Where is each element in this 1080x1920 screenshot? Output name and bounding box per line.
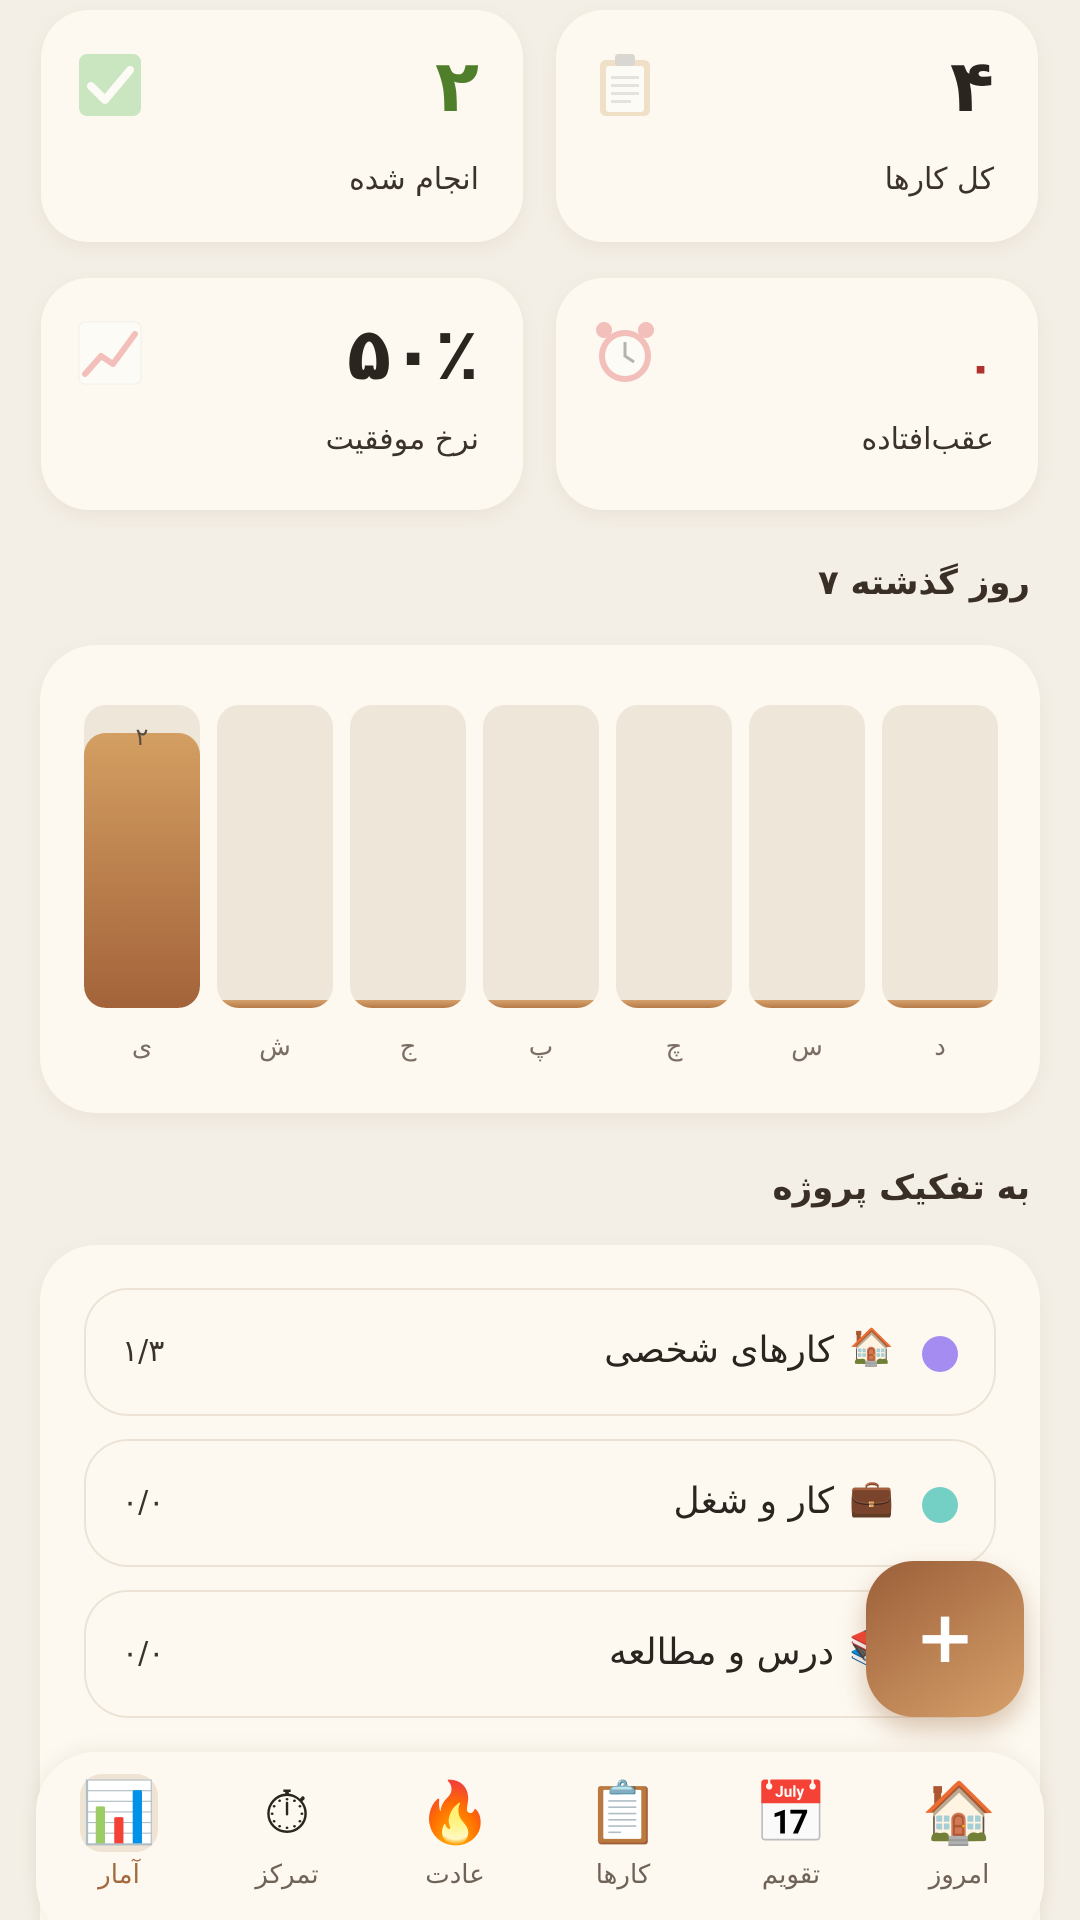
stopwatch-icon: ⏱ [263,1778,311,1848]
clipboard-icon: 📋 [585,1778,661,1848]
project-name: کار و شغل [673,1481,834,1522]
chart-day-label: د [934,1032,946,1062]
project-count: ۰/۰ [122,1636,165,1671]
project-row-personal[interactable]: 🏠 کارهای شخصی ۱/۳ [84,1288,996,1416]
nav-item-habits[interactable]: 🔥 عادت [380,1766,530,1916]
stat-success-value: ۵۰٪ [347,312,479,396]
project-color-dot [922,1336,958,1372]
nav-item-today[interactable]: 🏠 امروز [884,1766,1034,1916]
chart-day-label: ش [259,1032,291,1062]
section-title-projects: به تفکیک پروژه [772,1168,1030,1208]
nav-item-focus[interactable]: ⏱ تمرکز [212,1766,362,1916]
chart-bar-track [350,705,466,1008]
nav-label: امروز [928,1860,990,1890]
stat-overdue-label: عقب‌افتاده [861,422,994,457]
stat-total-label: کل کارها [884,162,994,197]
project-count: ۱/۳ [122,1334,165,1369]
chart-bar-track [882,705,998,1008]
chart-bar [483,1000,599,1008]
nav-item-tasks[interactable]: 📋 کارها [548,1766,698,1916]
house-icon: 🏠 [921,1778,997,1848]
chart-day-label: ج [399,1032,417,1062]
stats-page: ۴ کل کارها ۲ انجام شده ۰ عقب‌افتاده [0,0,1080,1920]
project-name: کارهای شخصی [604,1330,834,1371]
chart-bar [217,1000,333,1008]
project-color-dot [922,1487,958,1523]
nav-label: تمرکز [255,1860,319,1890]
stat-done-label: انجام شده [349,162,479,197]
chart-day-label: ی [131,1032,153,1062]
nav-item-stats[interactable]: 📊 آمار [44,1766,194,1916]
chart-day-label: پ [528,1032,554,1062]
nav-label: عادت [425,1860,485,1890]
house-icon: 🏠 [849,1327,894,1368]
stat-card-total-tasks: ۴ کل کارها [556,10,1038,242]
clipboard-icon [600,54,650,116]
briefcase-icon: 💼 [849,1478,894,1519]
chart-bar [616,1000,732,1008]
chart-bar-track [749,705,865,1008]
calendar-icon: 📅 [753,1778,829,1848]
chart-bar-track [616,705,732,1008]
project-row-work[interactable]: 💼 کار و شغل ۰/۰ [84,1439,996,1567]
chart-bar [882,1000,998,1008]
add-task-button[interactable]: + [866,1561,1024,1717]
chart-day-label: س [791,1032,823,1062]
chart-bar [749,1000,865,1008]
project-name: درس و مطالعه [608,1632,834,1673]
nav-label: آمار [98,1860,140,1890]
stat-total-value: ۴ [950,44,994,128]
weekly-bar-chart: د س چ پ ج ش ۲ ی [40,645,1040,1113]
chart-bar-value-label: ۲ [135,723,149,751]
bottom-navigation: 🏠 امروز 📅 تقویم 📋 کارها 🔥 عادت ⏱ تمرکز 📊… [36,1752,1044,1920]
alarm-clock-icon [596,322,654,382]
stat-overdue-value: ۰ [967,342,994,393]
chart-bar-track [483,705,599,1008]
stat-done-value: ۲ [435,44,479,128]
project-row-study[interactable]: 📚 درس و مطالعه ۰/۰ [84,1590,996,1718]
check-icon [79,54,141,116]
stat-card-overdue: ۰ عقب‌افتاده [556,278,1038,510]
section-title-last-7-days: ۷ روز گذشته [817,563,1030,603]
nav-label: تقویم [761,1860,821,1890]
chart-day-label: چ [665,1032,683,1062]
chart-bar-track [217,705,333,1008]
nav-item-calendar[interactable]: 📅 تقویم [716,1766,866,1916]
nav-label: کارها [595,1860,651,1890]
project-count: ۰/۰ [122,1485,165,1520]
bar-chart-icon: 📊 [80,1774,158,1852]
chart-bar [350,1000,466,1008]
fire-icon: 🔥 [417,1778,493,1848]
stat-success-label: نرخ موفقیت [325,422,479,457]
chart-bar [84,733,200,1008]
chart-up-icon [78,321,142,385]
stat-card-success-rate: ۵۰٪ نرخ موفقیت [41,278,523,510]
stat-card-completed: ۲ انجام شده [41,10,523,242]
